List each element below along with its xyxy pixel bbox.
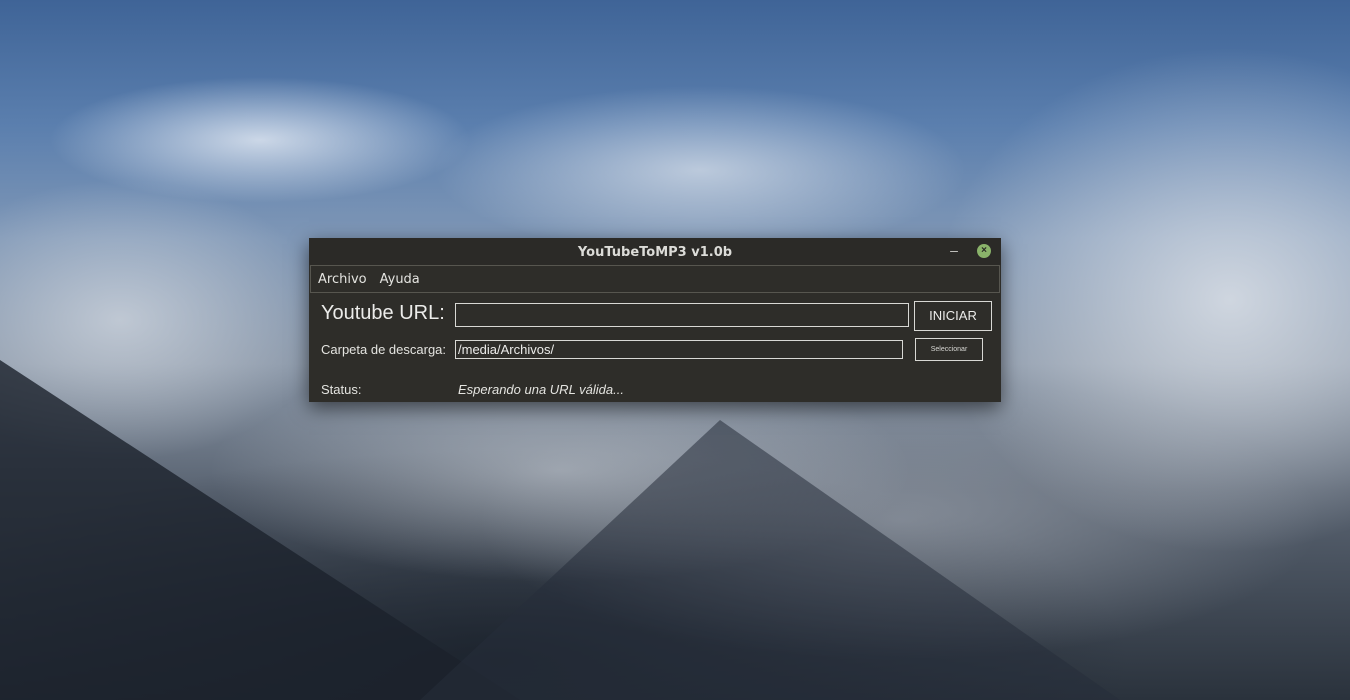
start-button[interactable]: INICIAR xyxy=(914,301,992,331)
menu-archivo[interactable]: Archivo xyxy=(318,272,367,287)
app-window: YouTubeToMP3 v1.0b – × Archivo Ayuda You… xyxy=(309,238,1001,402)
minimize-button[interactable]: – xyxy=(945,238,963,265)
title-bar[interactable]: YouTubeToMP3 v1.0b – × xyxy=(309,238,1001,265)
download-folder-field[interactable]: /media/Archivos/ xyxy=(455,340,903,359)
mountain-silhouette xyxy=(420,420,1120,700)
menu-bar: Archivo Ayuda xyxy=(310,265,1000,293)
url-input[interactable] xyxy=(455,303,909,327)
desktop-background: YouTubeToMP3 v1.0b – × Archivo Ayuda You… xyxy=(0,0,1350,700)
select-folder-button[interactable]: Seleccionar xyxy=(915,338,983,361)
url-label: Youtube URL: xyxy=(321,302,445,324)
download-folder-label: Carpeta de descarga: xyxy=(321,342,447,357)
menu-ayuda[interactable]: Ayuda xyxy=(380,272,420,287)
status-message: Esperando una URL válida... xyxy=(458,382,624,397)
window-title: YouTubeToMP3 v1.0b xyxy=(577,245,733,260)
status-label: Status: xyxy=(321,382,362,397)
close-button[interactable]: × xyxy=(977,244,991,258)
